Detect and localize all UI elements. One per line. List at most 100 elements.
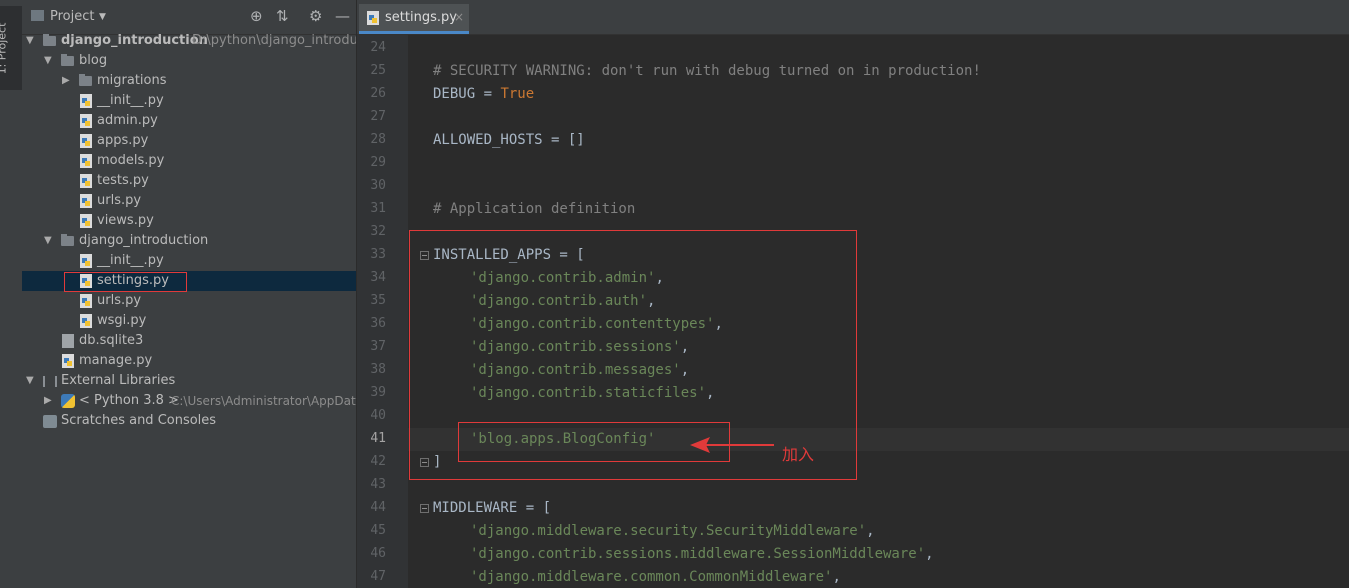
tree-item-label: views.py <box>97 213 154 228</box>
python-file-icon <box>367 11 379 25</box>
tree-item-file[interactable]: admin.py <box>22 111 356 131</box>
tree-item-label: db.sqlite3 <box>79 333 144 348</box>
python-file-icon <box>80 314 92 328</box>
collapsed-arrow-icon[interactable]: ▶ <box>44 391 54 411</box>
tree-item-file[interactable]: db.sqlite3 <box>22 331 356 351</box>
tree-item-label: models.py <box>97 153 165 168</box>
expanded-arrow-icon[interactable]: ▼ <box>26 31 36 51</box>
line-number: 46 <box>370 546 386 561</box>
line-number: 28 <box>370 132 386 147</box>
project-panel-header: Project ▼ ⊕ ⇅ ⚙ — <box>22 0 356 35</box>
string-token: 'django.middleware.common.CommonMiddlewa… <box>470 569 833 585</box>
line-number: 42 <box>370 454 386 469</box>
code-token: , <box>832 569 841 585</box>
settings-highlight-box <box>64 272 187 292</box>
code-line: # SECURITY WARNING: don't run with debug… <box>433 63 981 79</box>
string-token: 'django.middleware.security.SecurityMidd… <box>470 523 867 539</box>
tree-item-file[interactable]: wsgi.py <box>22 311 356 331</box>
tree-item-file[interactable]: urls.py <box>22 191 356 211</box>
scratches-icon <box>43 415 57 428</box>
tree-item-label: External Libraries <box>61 373 176 388</box>
line-number: 25 <box>370 63 386 78</box>
tool-window-strip: 1: Project <box>0 0 23 588</box>
tree-item-file[interactable]: tests.py <box>22 171 356 191</box>
code-line: # Application definition <box>433 201 636 217</box>
tree-item-label: manage.py <box>79 353 153 368</box>
tree-item-label: blog <box>79 53 108 68</box>
tree-item-external-libraries[interactable]: ▼ External Libraries <box>22 371 356 391</box>
tree-item-scratches[interactable]: Scratches and Consoles <box>22 411 356 431</box>
python-file-icon <box>80 114 92 128</box>
expanded-arrow-icon[interactable]: ▼ <box>26 371 36 391</box>
folder-icon <box>43 34 56 46</box>
tree-item-file[interactable]: __init__.py <box>22 251 356 271</box>
folder-icon <box>61 234 74 246</box>
expanded-arrow-icon[interactable]: ▼ <box>44 51 54 71</box>
line-number: 31 <box>370 201 386 216</box>
tree-item-label: admin.py <box>97 113 158 128</box>
collapsed-arrow-icon[interactable]: ▶ <box>62 71 72 91</box>
code-line: 'django.middleware.security.SecurityMidd… <box>470 523 875 539</box>
tree-item-file[interactable]: __init__.py <box>22 91 356 111</box>
python-file-icon <box>80 294 92 308</box>
tree-item-file[interactable]: manage.py <box>22 351 356 371</box>
tab-settings[interactable]: settings.py × <box>359 4 469 34</box>
line-number: 47 <box>370 569 386 584</box>
project-view-selector[interactable]: Project <box>50 9 94 24</box>
collapse-all-icon[interactable]: ⇅ <box>276 7 289 25</box>
library-icon <box>43 376 57 387</box>
line-number-gutter: 24 25 26 27 28 29 30 31 32 33 34 35 36 3… <box>357 35 408 588</box>
code-line: 'django.contrib.sessions.middleware.Sess… <box>470 546 934 562</box>
python-file-icon <box>62 354 74 368</box>
line-number: 24 <box>370 40 386 55</box>
close-icon[interactable]: × <box>454 10 464 24</box>
python-file-icon <box>80 94 92 108</box>
python-file-icon <box>80 134 92 148</box>
python-file-icon <box>80 174 92 188</box>
sdk-path: C:\Users\Administrator\AppData <box>171 394 356 408</box>
expanded-arrow-icon[interactable]: ▼ <box>44 231 54 251</box>
tree-item-python-sdk[interactable]: ▶ < Python 3.8 > C:\Users\Administrator\… <box>22 391 356 411</box>
code-line: DEBUG = True <box>433 86 534 102</box>
locate-icon[interactable]: ⊕ <box>250 7 263 25</box>
keyword-token: True <box>500 86 535 102</box>
folder-icon <box>79 74 92 86</box>
python-file-icon <box>80 254 92 268</box>
hide-icon[interactable]: — <box>335 7 350 25</box>
code-line: 'django.middleware.common.CommonMiddlewa… <box>470 569 841 585</box>
line-number: 39 <box>370 385 386 400</box>
tree-item-label: < Python 3.8 > <box>79 393 179 408</box>
tree-item-file[interactable]: urls.py <box>22 291 356 311</box>
folder-icon <box>61 54 74 66</box>
code-token: , <box>866 523 875 539</box>
code-token: , <box>925 546 934 562</box>
project-panel: Project ▼ ⊕ ⇅ ⚙ — ▼ django_introduction … <box>22 0 356 588</box>
line-number: 36 <box>370 316 386 331</box>
tree-item-migrations[interactable]: ▶ migrations <box>22 71 356 91</box>
line-number: 34 <box>370 270 386 285</box>
database-file-icon <box>62 334 74 348</box>
current-line-number: 41 <box>370 431 386 446</box>
line-number: 40 <box>370 408 386 423</box>
tree-item-blog[interactable]: ▼ blog <box>22 51 356 71</box>
annotation-label: 加入 <box>782 445 815 464</box>
line-number: 27 <box>370 109 386 124</box>
tree-item-label: django_introduction <box>79 233 209 248</box>
code-token: DEBUG = <box>433 86 501 102</box>
chevron-down-icon[interactable]: ▼ <box>99 12 106 22</box>
gear-icon[interactable]: ⚙ <box>309 7 322 25</box>
tree-item-file[interactable]: views.py <box>22 211 356 231</box>
line-number: 45 <box>370 523 386 538</box>
tree-item-file[interactable]: apps.py <box>22 131 356 151</box>
line-number: 44 <box>370 500 386 515</box>
tree-item-root[interactable]: ▼ django_introduction D:\python\django_i… <box>22 31 356 51</box>
tree-item-django-introduction[interactable]: ▼ django_introduction <box>22 231 356 251</box>
python-file-icon <box>80 154 92 168</box>
project-tool-button[interactable]: 1: Project <box>0 6 22 90</box>
fold-marker-icon[interactable] <box>420 504 429 513</box>
editor-tab-bar: settings.py × <box>357 0 1349 35</box>
tree-item-file[interactable]: models.py <box>22 151 356 171</box>
tree-item-label: urls.py <box>97 293 142 308</box>
tree-item-label: migrations <box>97 73 167 88</box>
line-number: 37 <box>370 339 386 354</box>
